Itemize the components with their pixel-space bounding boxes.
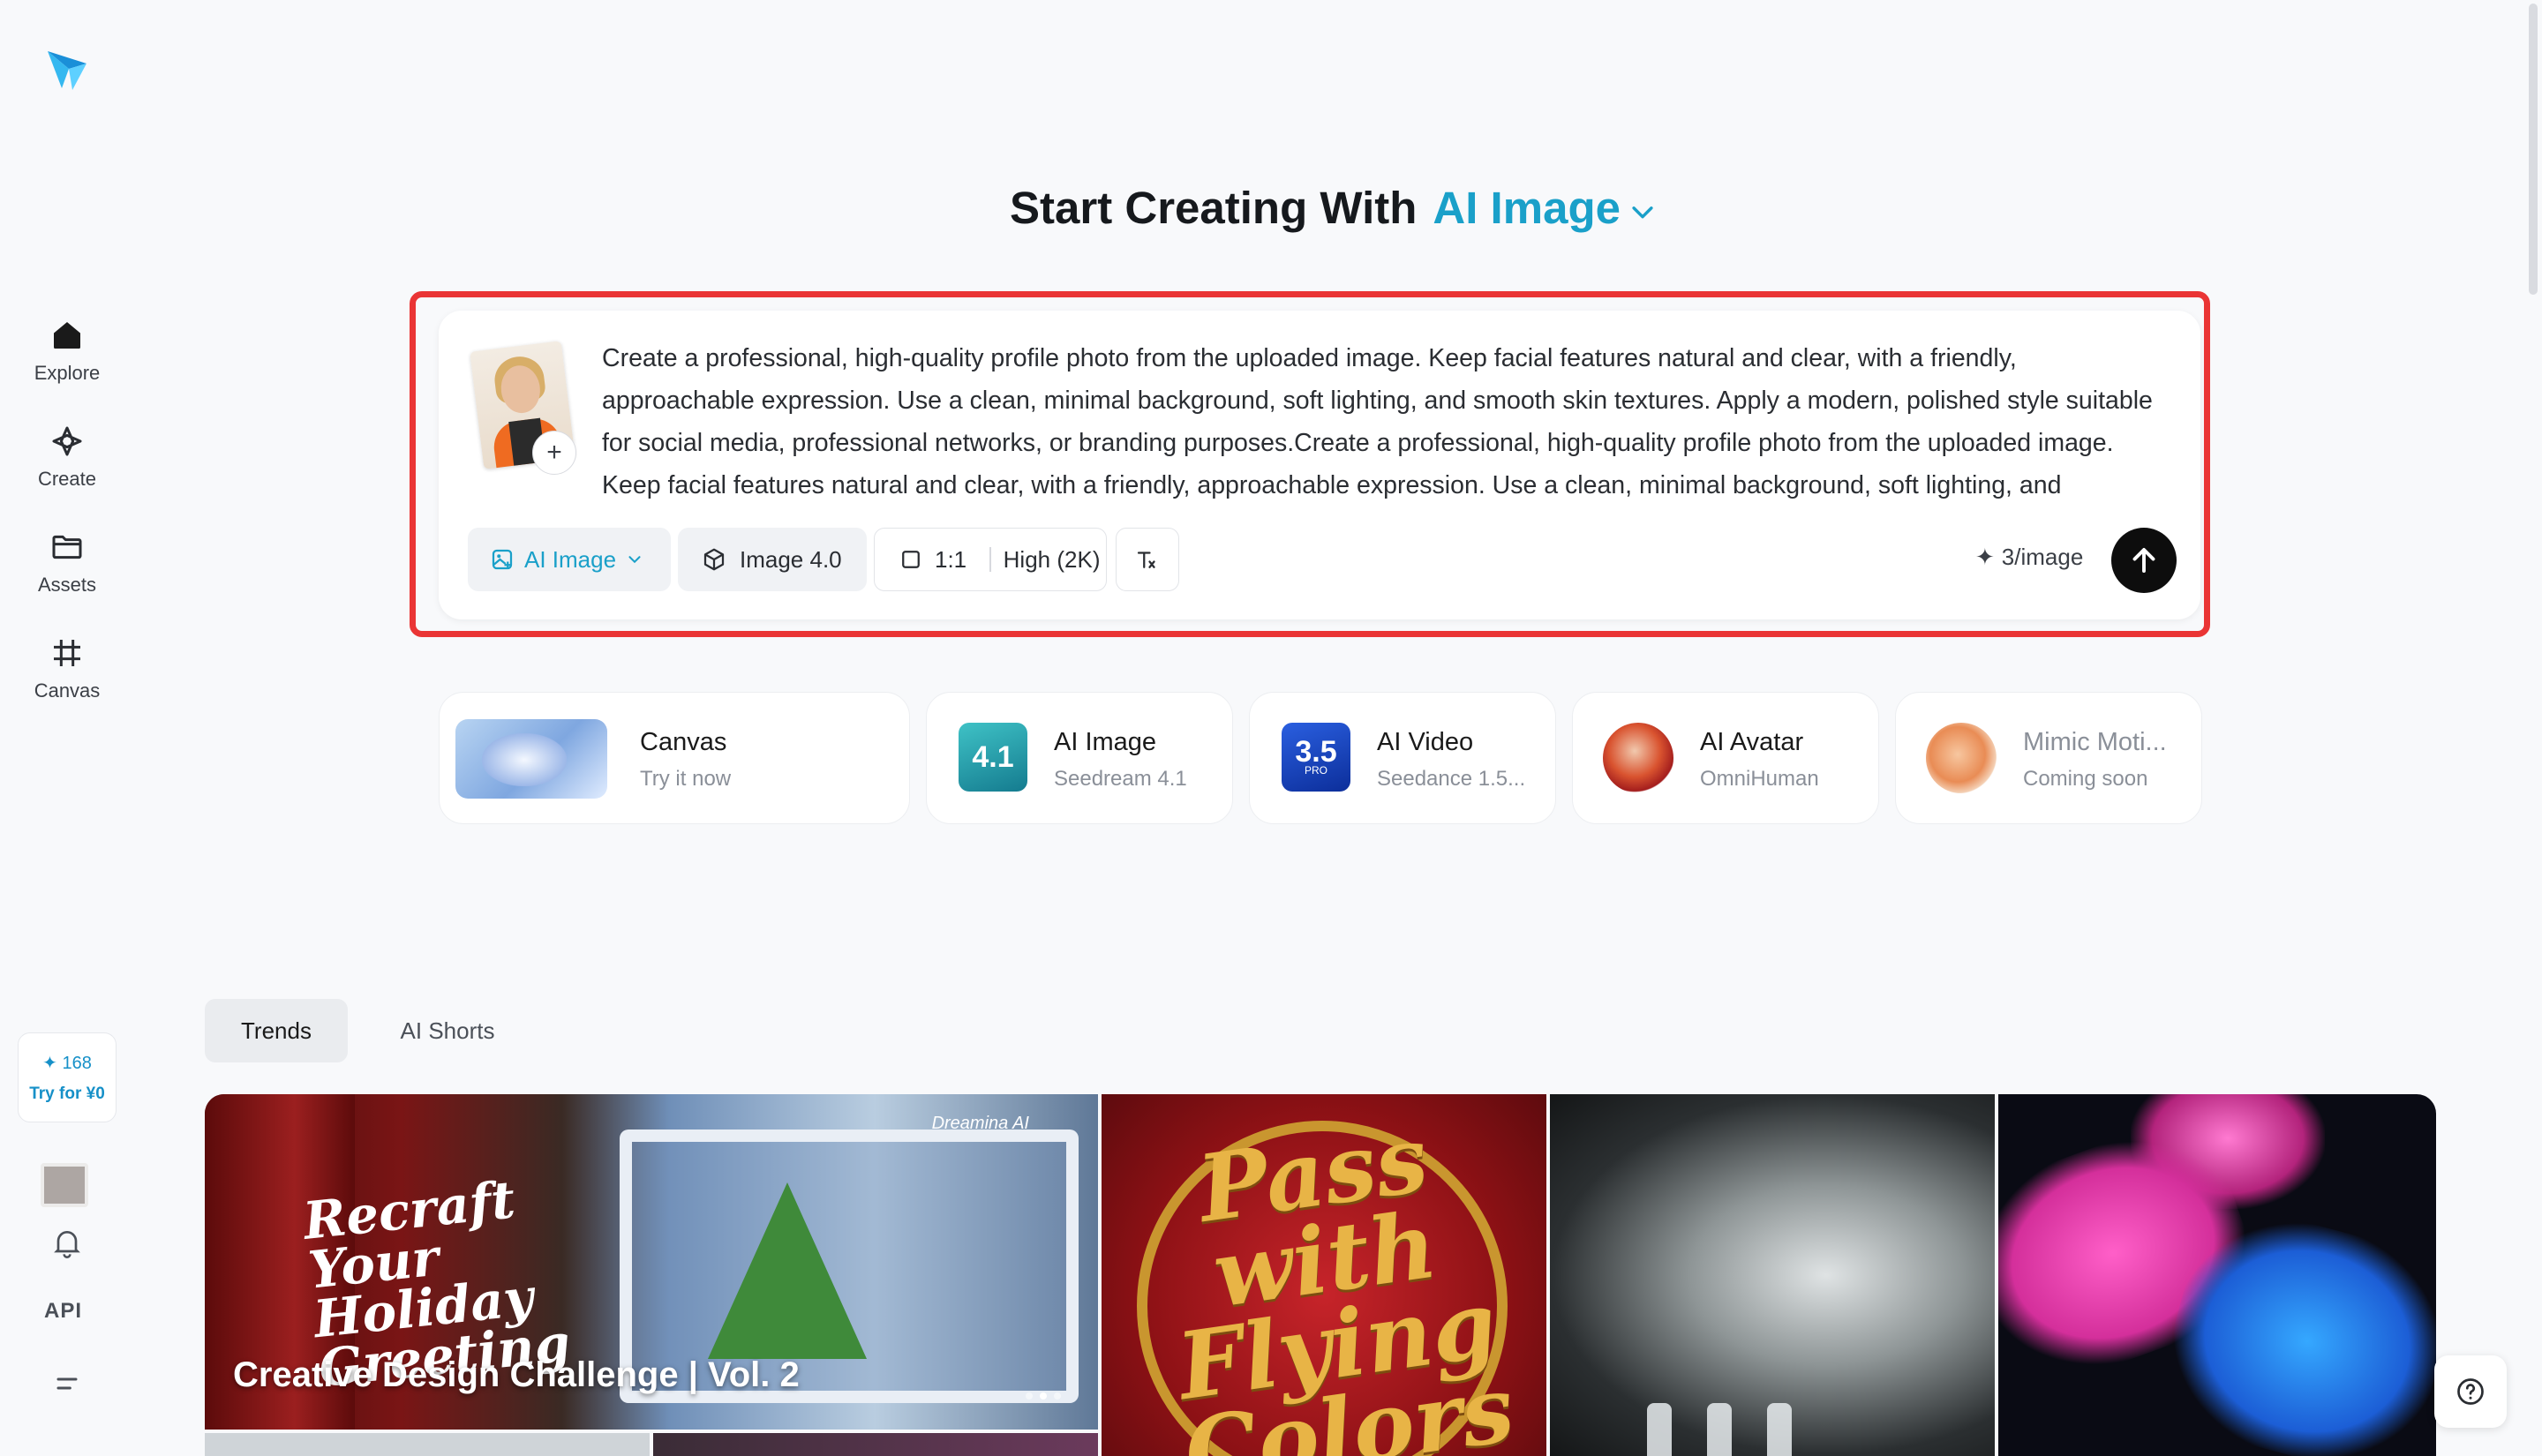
sparkle-icon: ✦	[1975, 544, 1995, 570]
seedance-pro-label: PRO	[1304, 764, 1327, 777]
feature-card-canvas[interactable]: Canvas Try it now	[439, 692, 910, 824]
christmas-tree	[708, 1182, 867, 1359]
sidebar-item-create[interactable]: Create	[18, 424, 117, 491]
tab-trends[interactable]: Trends	[205, 999, 348, 1062]
generation-cost: ✦ 3/image	[1975, 544, 2083, 571]
sidebar-item-label: Assets	[37, 574, 97, 596]
sidebar-item-label: Explore	[34, 362, 101, 384]
gallery-card-cave[interactable]	[1550, 1094, 1995, 1456]
mode-selector[interactable]: AI Image	[1433, 182, 1621, 234]
scrollbar-thumb[interactable]	[2529, 4, 2538, 295]
seedream-icon: 4.1	[959, 723, 1027, 792]
home-icon	[54, 322, 80, 349]
gallery-card-next-2[interactable]	[653, 1433, 1098, 1456]
mode-dropdown[interactable]: AI Image	[468, 528, 671, 591]
gallery-card-next-1[interactable]	[205, 1433, 650, 1456]
sidebar-item-canvas[interactable]: Canvas	[18, 635, 117, 702]
try-free-link[interactable]: Try for ¥0	[29, 1084, 105, 1104]
generate-button[interactable]	[2111, 528, 2177, 593]
feature-title: Canvas	[640, 728, 727, 756]
banner-caption: Creative Design Challenge | Vol. 2	[233, 1355, 800, 1394]
model-label: Image 4.0	[740, 545, 842, 573]
featured-banner[interactable]: Recraft Your Holiday Greeting Dreamina A…	[205, 1094, 1098, 1430]
seedance-icon: 3.5 PRO	[1282, 723, 1350, 792]
carousel-dot[interactable]	[1026, 1392, 1033, 1400]
feature-card-ai-video[interactable]: 3.5 PRO AI Video Seedance 1.5...	[1249, 692, 1556, 824]
page-heading: Start Creating With AI Image	[1010, 182, 1658, 234]
carousel-dot[interactable]	[1054, 1392, 1061, 1400]
sidebar-item-assets[interactable]: Assets	[18, 529, 117, 597]
arrow-up-icon	[2132, 548, 2155, 573]
divider	[989, 547, 991, 572]
ratio-quality-selector[interactable]: 1:1 High (2K)	[874, 528, 1107, 591]
mimic-character-icon	[1926, 723, 1997, 793]
help-button[interactable]	[2434, 1355, 2507, 1428]
cost-label: 3/image	[2001, 544, 2084, 570]
sparkle-icon	[52, 426, 82, 456]
gallery-card-leaves[interactable]	[1998, 1094, 2436, 1456]
credits-amount: ✦ 168	[42, 1053, 92, 1073]
quality-label: High (2K)	[1003, 545, 1101, 573]
text-style-button[interactable]	[1116, 528, 1179, 591]
model-selector[interactable]: Image 4.0	[678, 528, 867, 591]
folder-icon	[52, 535, 82, 559]
gallery-card-pass[interactable]: Pass with Flying Colors	[1102, 1094, 1546, 1456]
sidebar-item-label: Create	[37, 468, 97, 490]
square-ratio-icon	[902, 551, 920, 568]
pegasus-figure	[482, 733, 567, 786]
dreamina-logo-icon[interactable]	[42, 44, 92, 94]
image-icon	[492, 549, 513, 570]
heading-prefix: Start Creating With	[1010, 183, 1418, 233]
page-scrollbar[interactable]	[2523, 0, 2542, 1456]
feature-subtitle: Coming soon	[2023, 767, 2148, 791]
gallery-card-text: Pass with Flying Colors	[1171, 1103, 1521, 1456]
mode-dropdown-label: AI Image	[524, 545, 617, 573]
carousel-dots[interactable]	[1026, 1392, 1061, 1400]
tab-ai-shorts[interactable]: AI Shorts	[380, 999, 515, 1062]
help-icon	[2457, 1378, 2484, 1405]
feature-card-ai-avatar[interactable]: AI Avatar OmniHuman	[1572, 692, 1879, 824]
credits-value: 168	[62, 1053, 92, 1073]
feature-subtitle: Seedance 1.5...	[1377, 767, 1526, 791]
prompt-input[interactable]: Create a professional, high-quality prof…	[602, 337, 2173, 505]
brand-watermark: Dreamina AI	[931, 1114, 1029, 1133]
seedance-version: 3.5	[1295, 735, 1337, 769]
cube-icon	[703, 548, 725, 571]
text-icon	[1137, 552, 1155, 568]
credits-box[interactable]: ✦ 168 Try for ¥0	[18, 1032, 117, 1122]
feature-subtitle: Seedream 4.1	[1054, 767, 1187, 791]
feature-subtitle: Try it now	[640, 767, 732, 791]
feature-title: Mimic Moti...	[2023, 728, 2167, 756]
pegasus-thumbnail	[455, 719, 607, 799]
bottles	[1647, 1403, 1792, 1456]
feature-title: AI Video	[1377, 728, 1474, 756]
feature-card-ai-image[interactable]: 4.1 AI Image Seedream 4.1	[926, 692, 1233, 824]
feature-title: AI Image	[1054, 728, 1157, 756]
feature-title: AI Avatar	[1700, 728, 1804, 756]
sidebar-item-label: Canvas	[34, 679, 101, 702]
add-image-button[interactable]: +	[532, 431, 576, 475]
api-link[interactable]: API	[44, 1299, 82, 1324]
user-avatar[interactable]	[41, 1163, 88, 1207]
avatar-character-icon	[1603, 723, 1673, 793]
chevron-down-icon[interactable]	[1628, 197, 1658, 227]
frame-icon	[54, 640, 80, 666]
bell-icon[interactable]	[49, 1225, 85, 1260]
carousel-dot-active[interactable]	[1040, 1392, 1047, 1400]
feature-subtitle: OmniHuman	[1700, 767, 1819, 791]
sidebar-item-explore[interactable]: Explore	[18, 318, 117, 385]
chevron-down-icon	[628, 556, 641, 564]
feature-card-mimic-motion[interactable]: Mimic Moti... Coming soon	[1895, 692, 2202, 824]
ratio-label: 1:1	[935, 545, 967, 573]
menu-icon[interactable]	[49, 1366, 85, 1401]
